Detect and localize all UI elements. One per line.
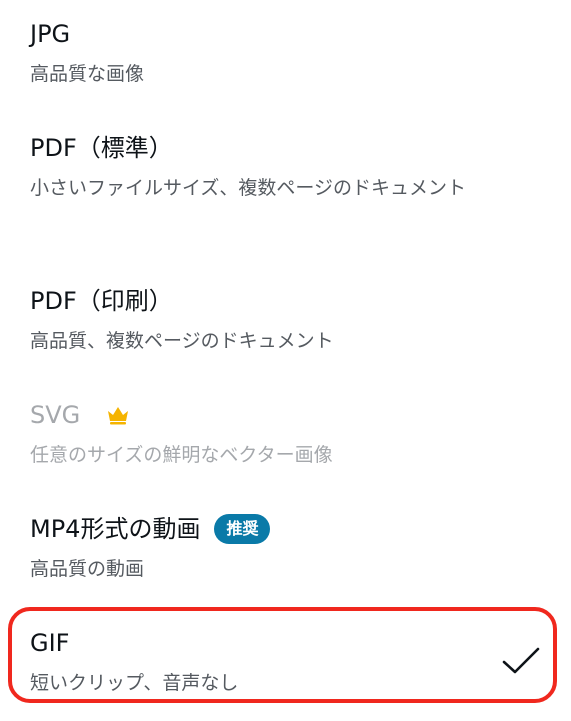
option-pdf-standard[interactable]: PDF（標準） 小さいファイルサイズ、複数ページのドキュメント (0, 131, 571, 207)
option-title: PDF（印刷） (30, 287, 173, 315)
checkmark-icon (502, 647, 540, 674)
option-svg[interactable]: SVG 任意のサイズの鮮明なベクター画像 (0, 398, 571, 474)
crown-shape (108, 407, 129, 421)
option-description: 任意のサイズの鮮明なベクター画像 (30, 444, 333, 466)
option-mp4[interactable]: MP4形式の動画 推奨 高品質の動画 (0, 512, 571, 588)
option-description: 高品質の動画 (30, 558, 145, 580)
checkmark-stroke (502, 647, 540, 674)
option-gif[interactable]: GIF 短いクリップ、音声なし (0, 626, 571, 702)
option-description: 高品質、複数ページのドキュメント (30, 330, 334, 352)
option-pdf-print[interactable]: PDF（印刷） 高品質、複数ページのドキュメント (0, 284, 571, 360)
crown-base (110, 422, 127, 425)
recommended-badge: 推奨 (214, 514, 271, 544)
option-description: 短いクリップ、音声なし (30, 672, 239, 694)
option-description: 高品質な画像 (30, 63, 145, 85)
option-description: 小さいファイルサイズ、複数ページのドキュメント (30, 177, 467, 199)
option-title: SVG (30, 401, 81, 429)
crown-icon (108, 407, 129, 425)
option-title: GIF (30, 629, 70, 657)
option-jpg[interactable]: JPG 高品質な画像 (0, 17, 571, 93)
option-title: MP4形式の動画 (30, 515, 201, 543)
option-title: PDF（標準） (30, 134, 173, 162)
option-title: JPG (30, 20, 71, 48)
